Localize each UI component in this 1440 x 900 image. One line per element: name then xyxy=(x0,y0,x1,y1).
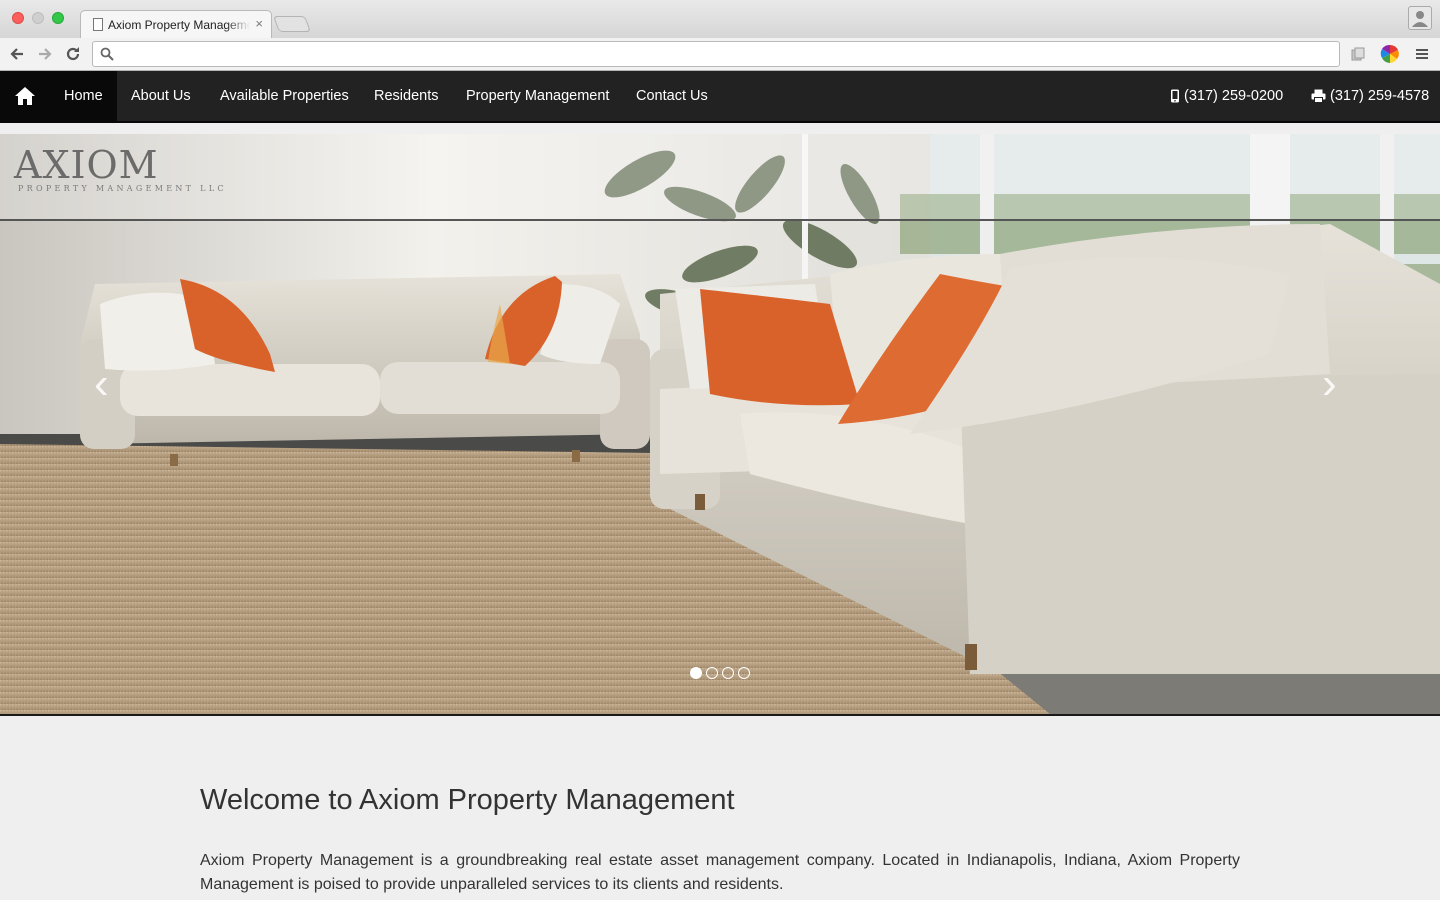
page-title: Welcome to Axiom Property Management xyxy=(200,784,735,816)
close-window-button[interactable] xyxy=(12,12,24,24)
back-icon[interactable] xyxy=(6,43,28,65)
search-icon xyxy=(100,47,114,61)
forward-icon[interactable] xyxy=(34,43,56,65)
site-navbar: Home About Us Available Properties Resid… xyxy=(0,71,1440,123)
browser-tab[interactable]: Axiom Property Management × xyxy=(80,10,272,38)
nav-about-us[interactable]: About Us xyxy=(117,71,205,121)
browser-toolbar xyxy=(0,38,1440,71)
menu-icon[interactable] xyxy=(1411,43,1433,65)
logo-text: AXIOM xyxy=(14,143,159,187)
reload-icon[interactable] xyxy=(62,43,84,65)
tab-title: Axiom Property Management xyxy=(108,18,250,32)
logo-band: AXIOM PROPERTY MANAGEMENT LLC xyxy=(0,134,1440,221)
carousel-indicator-1[interactable] xyxy=(690,667,702,679)
nav-available-properties[interactable]: Available Properties xyxy=(206,71,363,121)
carousel-indicator-2[interactable] xyxy=(706,667,718,679)
extension-icon[interactable] xyxy=(1347,43,1369,65)
zoom-window-button[interactable] xyxy=(52,12,64,24)
profile-icon[interactable] xyxy=(1408,6,1432,30)
nav-property-management[interactable]: Property Management xyxy=(452,71,623,121)
browser-titlebar: Axiom Property Management × xyxy=(0,0,1440,38)
mobile-phone-icon xyxy=(1171,89,1179,103)
new-tab-button[interactable] xyxy=(273,16,311,32)
nav-residents[interactable]: Residents xyxy=(360,71,452,121)
address-bar[interactable] xyxy=(92,41,1340,67)
fax-number: (317) 259-4578 xyxy=(1330,88,1430,104)
nav-contact-us[interactable]: Contact Us xyxy=(622,71,722,121)
page-icon xyxy=(93,18,103,31)
welcome-paragraph: Axiom Property Management is a groundbre… xyxy=(200,852,1240,893)
carousel-indicator-3[interactable] xyxy=(722,667,734,679)
fax-link[interactable]: (317) 259-4578 xyxy=(1311,71,1429,121)
phone-number: (317) 259-0200 xyxy=(1184,88,1284,104)
nav-home[interactable]: Home xyxy=(50,71,117,121)
fax-icon xyxy=(1311,89,1326,103)
tab-close-button[interactable]: × xyxy=(255,16,263,31)
hero-image xyxy=(0,134,1440,714)
logo-subtext: PROPERTY MANAGEMENT LLC xyxy=(18,184,227,193)
address-input[interactable] xyxy=(119,45,1319,63)
hero-carousel: AXIOM PROPERTY MANAGEMENT LLC ‹ › xyxy=(0,134,1440,716)
carousel-indicators xyxy=(690,667,750,679)
color-wheel-icon[interactable] xyxy=(1379,43,1401,65)
carousel-next-button[interactable]: › xyxy=(1322,362,1337,406)
carousel-indicator-4[interactable] xyxy=(738,667,750,679)
home-icon[interactable] xyxy=(0,71,50,121)
phone-link[interactable]: (317) 259-0200 xyxy=(1170,71,1283,121)
axiom-logo[interactable]: AXIOM PROPERTY MANAGEMENT LLC xyxy=(14,144,227,193)
minimize-window-button[interactable] xyxy=(32,12,44,24)
carousel-prev-button[interactable]: ‹ xyxy=(94,362,109,406)
